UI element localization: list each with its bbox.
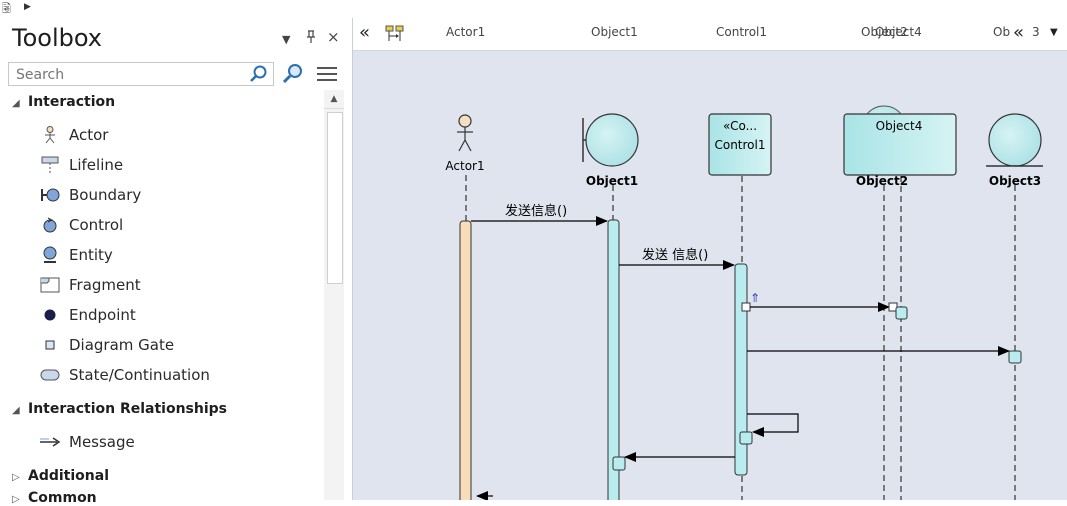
section-label: Common [28,490,97,506]
tool-actor[interactable]: Actor [38,124,108,146]
dropdown-icon[interactable]: ▼ [282,33,290,46]
section-common[interactable]: ▷ Common [12,490,97,506]
tool-label: Endpoint [69,306,136,324]
search-box[interactable] [8,62,274,86]
tool-label: Actor [69,126,109,144]
actor-figure [457,114,473,152]
section-label: Interaction Relationships [28,401,228,417]
tool-entity[interactable]: Entity [38,244,113,266]
endpoint-icon [38,306,62,324]
toolbox-scrollbar[interactable]: ▲ [324,90,344,500]
menu-icon[interactable] [316,64,338,84]
section-label: Additional [28,468,109,484]
tool-label: Entity [69,246,113,264]
entity-object3 [988,113,1042,167]
scroll-up-icon[interactable]: ▲ [324,90,344,109]
pin-icon[interactable] [305,30,317,48]
boundary-object1 [582,113,639,167]
tool-label: Control [69,216,124,234]
tool-control[interactable]: Control [38,214,123,236]
tool-label: Message [69,433,135,451]
tool-message[interactable]: Message [38,431,135,453]
message-2-label: 发送 信息() [642,247,708,263]
entity-icon [38,246,62,264]
tool-boundary[interactable]: Boundary [38,184,141,206]
expand-arrow-icon[interactable]: ▷ [12,472,28,483]
state-continuation-icon [38,366,62,384]
diagram-gate-icon [38,336,62,354]
tool-label: State/Continuation [69,366,210,384]
control1-label: Control1 [714,138,765,152]
tool-label: Boundary [69,186,142,204]
section-interaction[interactable]: ◢ Interaction [12,94,115,110]
tool-label: Lifeline [69,156,124,174]
fragment-icon [38,276,62,294]
section-interaction-relationships[interactable]: ◢ Interaction Relationships [12,401,227,417]
object3-label: Object3 [989,174,1041,188]
message-1-label: 发送信息() [505,203,567,219]
expand-arrow-icon[interactable]: ▶ [24,2,31,12]
diagram-canvas[interactable]: « Actor1 Object1 Control1 Object2 Object… [352,18,1067,500]
control-icon [38,216,62,234]
boundary-icon [38,186,62,204]
search-input[interactable] [14,64,248,86]
toolbox-title: Toolbox [12,24,102,52]
control1-stereotype: «Co... [723,119,757,133]
tool-endpoint[interactable]: Endpoint [38,304,136,326]
search-icon[interactable] [249,64,269,88]
section-label: Interaction [28,94,116,110]
actor-icon [38,126,62,144]
object1-label: Object1 [586,174,638,188]
tool-label: Diagram Gate [69,336,175,354]
up-arrow-marker: ⇑ [750,291,760,305]
tool-diagram-gate[interactable]: Diagram Gate [38,334,174,356]
top-strip: 🗟 ▶ [0,0,1067,16]
find-icon[interactable] [280,62,306,86]
tool-lifeline[interactable]: Lifeline [38,154,123,176]
lifeline-icon [38,156,62,174]
section-additional[interactable]: ▷ Additional [12,468,109,484]
tool-label: Fragment [69,276,141,294]
actor1-label: Actor1 [445,159,484,173]
tool-state-continuation[interactable]: State/Continuation [38,364,210,386]
message-arrow-icon [38,433,62,451]
object4-label: Object4 [876,119,923,133]
activation-actor1 [459,220,472,500]
scroll-thumb[interactable] [327,112,343,284]
sequence-diagram: Actor1 Object1 «Co... Control1 Object4 O… [445,105,1043,500]
collapse-arrow-icon[interactable]: ◢ [12,405,28,416]
tool-fragment[interactable]: Fragment [38,274,141,296]
close-icon[interactable]: × [327,28,340,46]
self-message [747,413,799,437]
object2-label: Object2 [856,174,908,188]
collapse-arrow-icon[interactable]: ◢ [12,98,28,109]
toolbox-panel: Toolbox ▼ × ◢Interaction Actor Lifeline … [0,16,346,506]
